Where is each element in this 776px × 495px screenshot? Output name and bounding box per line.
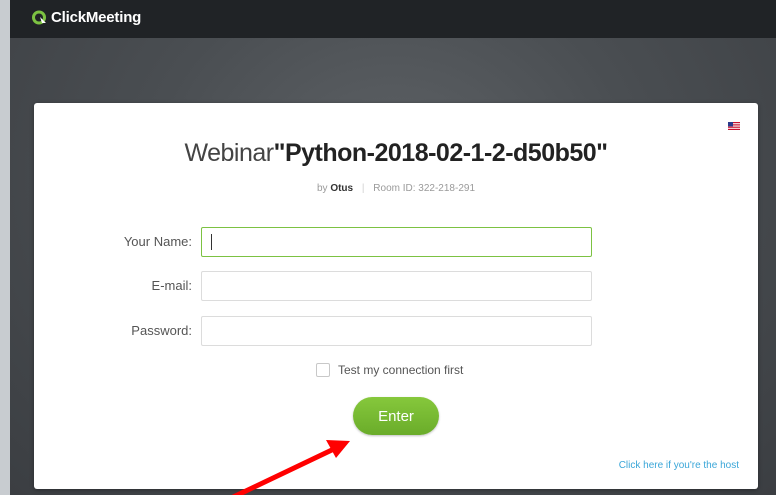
test-connection-option[interactable]: Test my connection first xyxy=(316,363,463,377)
subtitle-divider: | xyxy=(361,183,365,194)
password-row: Password: xyxy=(34,316,758,346)
test-connection-label: Test my connection first xyxy=(338,363,464,377)
top-bar: ClickMeeting xyxy=(10,0,776,38)
app-window: ClickMeeting Webinar"Python-2018-02-1-2-… xyxy=(10,0,776,495)
brand-name: ClickMeeting xyxy=(51,9,142,26)
clickmeeting-logo-icon xyxy=(32,10,47,25)
email-row: E-mail: xyxy=(34,271,758,301)
screenshot-frame: ClickMeeting Webinar"Python-2018-02-1-2-… xyxy=(0,0,776,495)
name-input[interactable] xyxy=(201,227,592,257)
email-input[interactable] xyxy=(201,271,592,301)
password-label: Password: xyxy=(131,323,192,338)
text-caret xyxy=(211,234,212,250)
host-login-link[interactable]: Click here if you're the host xyxy=(619,460,739,471)
us-flag-icon[interactable] xyxy=(728,117,740,130)
webinar-title: Webinar"Python-2018-02-1-2-d50b50" xyxy=(34,139,758,168)
test-connection-checkbox[interactable] xyxy=(316,363,330,377)
login-card: Webinar"Python-2018-02-1-2-d50b50" by Ot… xyxy=(34,103,758,489)
name-row: Your Name: xyxy=(34,227,758,257)
password-input[interactable] xyxy=(201,316,592,346)
enter-button[interactable]: Enter xyxy=(353,397,439,435)
by-label: by xyxy=(316,183,328,194)
host-name: Otus xyxy=(330,183,354,194)
webinar-prefix: Webinar xyxy=(184,139,274,167)
webinar-name: "Python-2018-02-1-2-d50b50" xyxy=(273,139,608,167)
email-label: E-mail: xyxy=(151,278,192,293)
name-label: Your Name: xyxy=(123,234,192,249)
clickmeeting-logo[interactable]: ClickMeeting xyxy=(32,9,141,26)
room-id: Room ID: 322-218-291 xyxy=(373,183,476,194)
webinar-subtitle: by Otus | Room ID: 322-218-291 xyxy=(34,183,758,194)
